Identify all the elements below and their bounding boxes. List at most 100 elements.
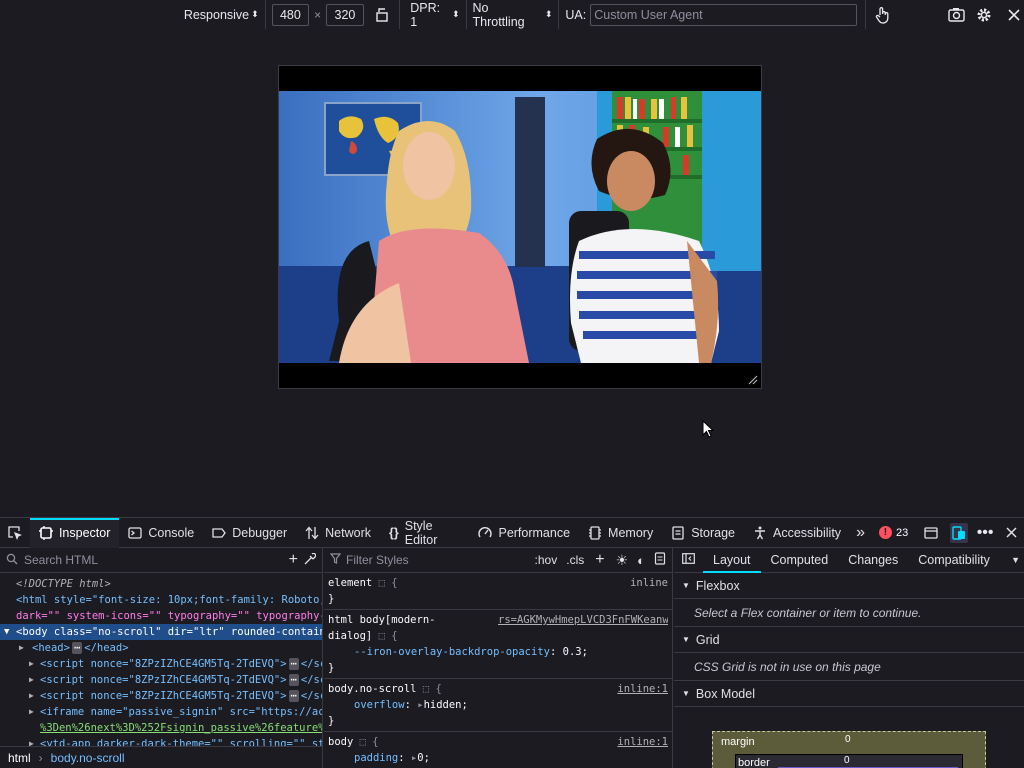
margin-value[interactable]: 0 bbox=[845, 734, 851, 745]
border-value[interactable]: 0 bbox=[842, 755, 852, 766]
touch-simulation-icon[interactable] bbox=[872, 5, 892, 25]
tab-changes[interactable]: Changes bbox=[838, 548, 908, 573]
responsive-toolbar: Responsive ⬍ 480 × 320 DPR: 1 ⬍ No Throt… bbox=[0, 0, 1024, 29]
markup-line[interactable]: ▶ <script nonce="8ZPzIZhCE4GM5Tq-2TdEVQ"… bbox=[0, 688, 322, 704]
filter-icon bbox=[329, 553, 342, 567]
gear-icon[interactable] bbox=[975, 5, 995, 25]
layout-pane: Layout Computed Changes Compatibility ▼ … bbox=[674, 548, 1024, 768]
expand-arrow-icon[interactable]: ▼ bbox=[4, 624, 9, 640]
collapsed-arrow-icon[interactable]: ▶ bbox=[19, 640, 24, 656]
rule-element: inline element ⬚ { } bbox=[324, 573, 672, 610]
tab-layout[interactable]: Layout bbox=[703, 548, 761, 573]
css-property[interactable]: --iron-overlay-backdrop-opacity bbox=[354, 646, 550, 658]
tab-network[interactable]: Network bbox=[296, 518, 380, 548]
error-counter[interactable]: ! 23 bbox=[871, 526, 916, 539]
collapsed-arrow-icon[interactable]: ▶ bbox=[29, 704, 34, 720]
ellipsis-badge[interactable]: ⋯ bbox=[71, 642, 83, 654]
print-media-icon[interactable] bbox=[654, 552, 666, 568]
user-agent-input[interactable]: Custom User Agent bbox=[590, 3, 858, 26]
dimension-separator: × bbox=[314, 7, 322, 22]
rule-selector[interactable]: body.no-scroll bbox=[328, 683, 417, 695]
css-value[interactable]: 0 bbox=[417, 752, 423, 764]
tab-console[interactable]: Console bbox=[119, 518, 203, 548]
breadcrumb-item-body[interactable]: body.no-scroll bbox=[51, 751, 125, 765]
grid-section-header[interactable]: ▼ Grid bbox=[674, 627, 1024, 653]
tab-accessibility[interactable]: Accessibility bbox=[744, 518, 850, 548]
markup-line[interactable]: <html style="font-size: 10px;font-family… bbox=[0, 592, 322, 608]
markup-line[interactable]: dark="" system-icons="" typography="" ty… bbox=[0, 608, 322, 624]
collapsed-arrow-icon[interactable]: ▶ bbox=[29, 672, 34, 688]
box-model: margin 0 border 0 bbox=[674, 707, 1024, 768]
contrast-icon[interactable]: ◐ bbox=[637, 553, 645, 568]
rule-source[interactable]: rs=AGKMywHmepLVCD3FnFWKeanwezm2z4At2A:1 bbox=[498, 612, 668, 628]
storage-icon bbox=[672, 525, 684, 540]
toggle-sidebar-icon[interactable] bbox=[674, 553, 703, 567]
flexbox-section-header[interactable]: ▼ Flexbox bbox=[674, 573, 1024, 599]
tab-computed[interactable]: Computed bbox=[761, 548, 839, 573]
more-options-icon[interactable]: ••• bbox=[976, 523, 994, 543]
chevron-down-icon: ▼ bbox=[682, 635, 690, 644]
more-tabs-icon[interactable]: » bbox=[850, 518, 871, 548]
rules-list: inline element ⬚ { } rs=AGKMywHmepLVCD3F… bbox=[324, 573, 672, 768]
tab-inspector[interactable]: Inspector bbox=[29, 517, 120, 548]
tab-style-editor[interactable]: {} Style Editor bbox=[380, 518, 469, 548]
video-frame[interactable] bbox=[279, 91, 761, 363]
dpr-selector[interactable]: DPR: 1 ⬍ bbox=[400, 1, 465, 29]
add-rule-icon[interactable]: + bbox=[595, 551, 604, 569]
collapsed-arrow-icon[interactable]: ▶ bbox=[29, 656, 34, 672]
rule-selector[interactable]: element bbox=[328, 577, 372, 589]
ellipsis-badge[interactable]: ⋯ bbox=[288, 658, 299, 670]
rule-selector[interactable]: body bbox=[328, 736, 353, 748]
css-value[interactable]: 0.3 bbox=[563, 646, 582, 658]
hov-toggle[interactable]: :hov bbox=[535, 553, 558, 567]
box-model-margin[interactable]: margin 0 border 0 bbox=[712, 731, 986, 768]
close-devtools-icon[interactable] bbox=[1002, 523, 1020, 543]
breadcrumb-item-html[interactable]: html bbox=[8, 751, 31, 765]
markup-line[interactable]: ▶ <iframe name="passive_signin" src="htt… bbox=[0, 704, 322, 720]
throttling-selector[interactable]: No Throttling ⬍ bbox=[467, 1, 559, 29]
rule-selector[interactable]: dialog] bbox=[328, 630, 372, 642]
markup-line[interactable]: ▶ <head> ⋯ </head> bbox=[0, 640, 322, 656]
box-model-section-header[interactable]: ▼ Box Model bbox=[674, 681, 1024, 707]
screenshot-icon[interactable] bbox=[947, 5, 967, 25]
css-value[interactable]: hidden bbox=[424, 699, 462, 711]
responsive-design-icon[interactable] bbox=[950, 522, 969, 543]
markup-line[interactable]: ▶ <script nonce="8ZPzIZhCE4GM5Tq-2TdEVQ"… bbox=[0, 656, 322, 672]
pick-element-icon[interactable] bbox=[6, 523, 24, 543]
ellipsis-badge[interactable]: ⋯ bbox=[288, 674, 299, 686]
tabs-dropdown-icon[interactable]: ▼ bbox=[1007, 555, 1024, 565]
tab-storage[interactable]: Storage bbox=[662, 518, 744, 548]
markup-pane: Search HTML + <!DOCTYPE html> <html styl… bbox=[0, 548, 323, 768]
add-node-icon[interactable]: + bbox=[289, 551, 298, 569]
search-html-input[interactable]: Search HTML bbox=[24, 553, 283, 567]
filter-styles-input[interactable]: Filter Styles bbox=[346, 553, 530, 567]
dock-toggle-icon[interactable] bbox=[922, 523, 940, 543]
markup-line[interactable]: %3Den%26next%3D%252Fsignin_passive%26fea… bbox=[0, 720, 322, 736]
box-model-border[interactable]: border 0 bbox=[735, 754, 963, 768]
tab-performance[interactable]: Performance bbox=[469, 518, 579, 548]
width-input[interactable]: 480 bbox=[271, 3, 310, 26]
css-property[interactable]: overflow bbox=[354, 699, 405, 711]
css-property[interactable]: padding bbox=[354, 752, 398, 764]
rule-selector[interactable]: html body[modern- bbox=[328, 614, 435, 626]
close-icon[interactable] bbox=[1004, 5, 1024, 25]
cls-toggle[interactable]: .cls bbox=[566, 553, 584, 567]
resize-handle-icon[interactable] bbox=[746, 373, 758, 385]
tab-debugger[interactable]: Debugger bbox=[203, 518, 296, 548]
height-input[interactable]: 320 bbox=[326, 3, 364, 26]
markup-line[interactable]: <!DOCTYPE html> bbox=[0, 576, 322, 592]
device-frame[interactable] bbox=[278, 65, 762, 389]
ellipsis-badge[interactable]: ⋯ bbox=[288, 690, 299, 702]
collapsed-arrow-icon[interactable]: ▶ bbox=[29, 688, 34, 704]
tab-memory[interactable]: Memory bbox=[579, 518, 662, 548]
light-theme-icon[interactable]: ☀ bbox=[616, 552, 629, 569]
device-selector[interactable]: Responsive ⬍ bbox=[178, 4, 265, 26]
rule-source[interactable]: inline bbox=[630, 575, 668, 591]
markup-line[interactable]: ▶ <script nonce="8ZPzIZhCE4GM5Tq-2TdEVQ"… bbox=[0, 672, 322, 688]
markup-line-selected[interactable]: ▼ <body class="no-scroll" dir="ltr" roun… bbox=[0, 624, 322, 640]
rule-source[interactable]: inline:1 bbox=[617, 681, 668, 697]
tab-compatibility[interactable]: Compatibility bbox=[908, 548, 1000, 573]
rule-source[interactable]: inline:1 bbox=[617, 734, 668, 750]
eyedropper-icon[interactable] bbox=[304, 552, 317, 568]
rotate-icon[interactable] bbox=[372, 5, 392, 25]
